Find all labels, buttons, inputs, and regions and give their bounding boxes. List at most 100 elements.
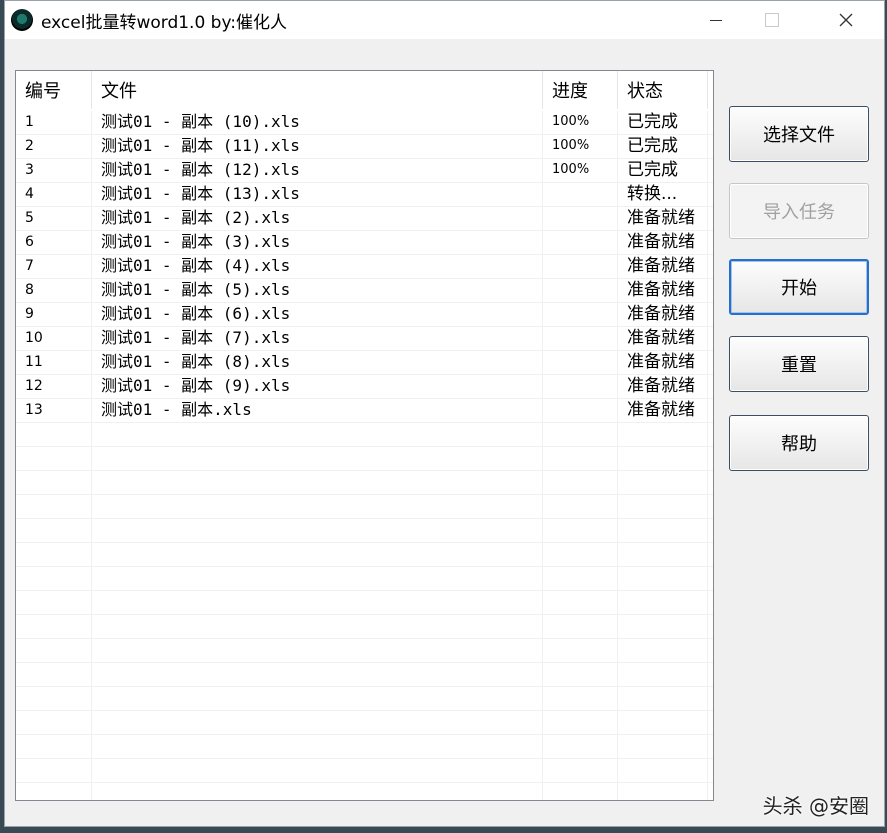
row-status: 准备就绪 xyxy=(618,279,708,303)
close-icon[interactable] xyxy=(818,1,874,39)
list-header: 编号 文件 进度 状态 xyxy=(16,71,713,109)
table-row[interactable]: 7 测试01 - 副本 (4).xls 准备就绪 xyxy=(16,255,713,279)
row-number xyxy=(16,567,92,591)
row-number xyxy=(16,495,92,519)
row-status xyxy=(618,591,708,615)
row-progress xyxy=(543,375,618,399)
row-number: 7 xyxy=(16,255,92,279)
row-status: 准备就绪 xyxy=(618,255,708,279)
row-file-name: 测试01 - 副本 (7).xls xyxy=(92,327,543,351)
window-title: excel批量转word1.0 by:催化人 xyxy=(41,12,288,33)
row-status: 准备就绪 xyxy=(618,375,708,399)
table-row xyxy=(16,663,713,687)
row-file-name xyxy=(92,495,543,519)
table-row[interactable]: 3 测试01 - 副本 (12).xls 100% 已完成 xyxy=(16,159,713,183)
row-file-name: 测试01 - 副本.xls xyxy=(92,399,543,423)
table-row[interactable]: 5 测试01 - 副本 (2).xls 准备就绪 xyxy=(16,207,713,231)
row-file-name xyxy=(92,543,543,567)
table-row[interactable]: 13 测试01 - 副本.xls 准备就绪 xyxy=(16,399,713,423)
row-status xyxy=(618,567,708,591)
table-row[interactable]: 10 测试01 - 副本 (7).xls 准备就绪 xyxy=(16,327,713,351)
table-row[interactable]: 4 测试01 - 副本 (13).xls 转换... xyxy=(16,183,713,207)
row-file-name: 测试01 - 副本 (8).xls xyxy=(92,351,543,375)
header-status[interactable]: 状态 xyxy=(618,71,708,109)
row-file-name: 测试01 - 副本 (4).xls xyxy=(92,255,543,279)
table-row[interactable]: 12 测试01 - 副本 (9).xls 准备就绪 xyxy=(16,375,713,399)
row-progress xyxy=(543,567,618,591)
row-number xyxy=(16,711,92,735)
row-file-name xyxy=(92,447,543,471)
row-progress: 100% xyxy=(543,159,618,183)
file-list[interactable]: 编号 文件 进度 状态 1 测试01 - 副本 (10).xls 100% 已完成 2 测… xyxy=(15,70,714,801)
app-logo-icon xyxy=(11,9,33,31)
row-number: 8 xyxy=(16,279,92,303)
row-number xyxy=(16,423,92,447)
row-progress xyxy=(543,399,618,423)
table-row xyxy=(16,519,713,543)
row-file-name: 测试01 - 副本 (12).xls xyxy=(92,159,543,183)
minimize-icon[interactable] xyxy=(688,1,744,39)
row-progress xyxy=(543,543,618,567)
header-progress[interactable]: 进度 xyxy=(543,71,618,109)
row-file-name xyxy=(92,711,543,735)
table-row[interactable]: 2 测试01 - 副本 (11).xls 100% 已完成 xyxy=(16,135,713,159)
import-task-button: 导入任务 xyxy=(729,183,869,239)
app-window: excel批量转word1.0 by:催化人 编号 文件 进度 状态 1 测试01… xyxy=(4,0,885,827)
table-row xyxy=(16,687,713,711)
row-file-name: 测试01 - 副本 (6).xls xyxy=(92,303,543,327)
table-row xyxy=(16,543,713,567)
row-progress xyxy=(543,783,618,800)
row-status xyxy=(618,735,708,759)
start-button[interactable]: 开始 xyxy=(729,259,869,315)
row-file-name: 测试01 - 副本 (2).xls xyxy=(92,207,543,231)
row-progress xyxy=(543,615,618,639)
row-file-name xyxy=(92,567,543,591)
row-status xyxy=(618,543,708,567)
row-number xyxy=(16,759,92,783)
row-status xyxy=(618,615,708,639)
row-number xyxy=(16,687,92,711)
row-number: 3 xyxy=(16,159,92,183)
header-number[interactable]: 编号 xyxy=(16,71,92,109)
row-progress xyxy=(543,711,618,735)
table-row[interactable]: 1 测试01 - 副本 (10).xls 100% 已完成 xyxy=(16,111,713,135)
row-status xyxy=(618,711,708,735)
row-file-name xyxy=(92,735,543,759)
row-file-name xyxy=(92,687,543,711)
row-progress xyxy=(543,279,618,303)
row-file-name: 测试01 - 副本 (3).xls xyxy=(92,231,543,255)
row-number: 11 xyxy=(16,351,92,375)
header-file[interactable]: 文件 xyxy=(92,71,543,109)
row-status: 准备就绪 xyxy=(618,303,708,327)
row-file-name: 测试01 - 副本 (10).xls xyxy=(92,111,543,135)
table-row[interactable]: 8 测试01 - 副本 (5).xls 准备就绪 xyxy=(16,279,713,303)
row-number xyxy=(16,519,92,543)
reset-button[interactable]: 重置 xyxy=(729,336,869,392)
row-progress xyxy=(543,423,618,447)
row-status: 已完成 xyxy=(618,135,708,159)
table-row[interactable]: 6 测试01 - 副本 (3).xls 准备就绪 xyxy=(16,231,713,255)
row-status xyxy=(618,759,708,783)
table-row[interactable]: 9 测试01 - 副本 (6).xls 准备就绪 xyxy=(16,303,713,327)
table-row xyxy=(16,735,713,759)
select-file-button[interactable]: 选择文件 xyxy=(729,106,869,162)
table-row[interactable]: 11 测试01 - 副本 (8).xls 准备就绪 xyxy=(16,351,713,375)
row-file-name: 测试01 - 副本 (5).xls xyxy=(92,279,543,303)
table-row xyxy=(16,423,713,447)
row-file-name xyxy=(92,423,543,447)
row-status: 准备就绪 xyxy=(618,351,708,375)
row-status xyxy=(618,663,708,687)
row-number xyxy=(16,591,92,615)
table-row xyxy=(16,567,713,591)
title-bar[interactable]: excel批量转word1.0 by:催化人 xyxy=(5,1,884,39)
row-progress: 100% xyxy=(543,135,618,159)
table-row xyxy=(16,783,713,800)
row-status: 转换... xyxy=(618,183,708,207)
table-row xyxy=(16,591,713,615)
row-status: 准备就绪 xyxy=(618,327,708,351)
help-button[interactable]: 帮助 xyxy=(729,415,869,471)
table-row xyxy=(16,615,713,639)
row-progress xyxy=(543,759,618,783)
row-number xyxy=(16,543,92,567)
row-number: 13 xyxy=(16,399,92,423)
